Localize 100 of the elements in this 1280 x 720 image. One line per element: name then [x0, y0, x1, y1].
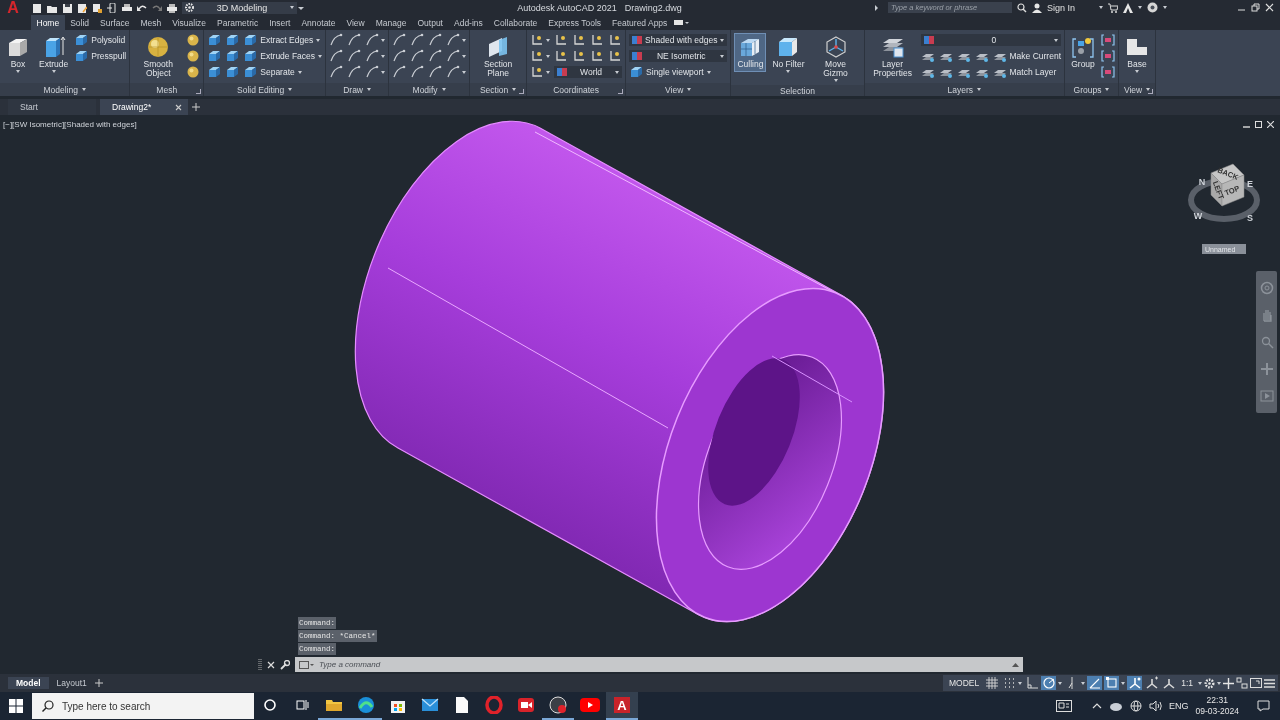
viewport-label[interactable]: [−][SW Isometric][Shaded with edges] [3, 120, 137, 129]
annotation-scale-button[interactable]: 1:1 [1178, 678, 1196, 688]
tool-button[interactable]: Separate [243, 65, 302, 79]
axes-icon[interactable] [530, 65, 545, 79]
layout-tab[interactable]: Model [8, 677, 49, 689]
tool-button[interactable]: Presspull [74, 49, 127, 63]
chevron-up-icon[interactable] [1092, 702, 1102, 710]
caret-icon[interactable] [316, 38, 321, 42]
line-icon[interactable] [428, 33, 443, 47]
block-icon[interactable] [207, 33, 222, 47]
block-icon[interactable] [225, 33, 240, 47]
ribbon-tab[interactable]: Collaborate [488, 15, 543, 30]
block-icon[interactable] [207, 49, 222, 63]
tool-button[interactable]: Extract Edges [243, 33, 321, 47]
gizmo-icon[interactable] [823, 35, 848, 59]
close-icon[interactable] [1267, 121, 1274, 128]
triangle-logo-icon[interactable] [1123, 2, 1133, 13]
line-icon[interactable] [347, 49, 362, 63]
news-icon[interactable] [1056, 700, 1072, 712]
group-icon[interactable] [1071, 35, 1095, 59]
folder-icon[interactable] [325, 697, 343, 713]
web-icon[interactable] [92, 2, 102, 13]
ribbon-tab[interactable]: Solid [64, 15, 95, 30]
recorder-icon[interactable] [549, 696, 567, 714]
dropdown[interactable]: Shaded with edges [629, 34, 728, 46]
line-icon[interactable] [365, 33, 380, 47]
axes-icon[interactable] [554, 33, 569, 47]
layout-tab[interactable]: Layout1 [48, 677, 95, 689]
caret-icon[interactable] [367, 88, 371, 91]
block-icon[interactable] [225, 65, 240, 79]
line-icon[interactable] [329, 33, 344, 47]
ribbon-tab[interactable]: Home [31, 15, 65, 30]
tool-button[interactable]: Match Layer [992, 65, 1057, 79]
sphere-icon[interactable] [146, 35, 171, 59]
caret-icon[interactable] [786, 70, 791, 73]
axes-icon[interactable] [608, 49, 623, 63]
sign-in-link[interactable]: Sign In [1046, 2, 1075, 13]
selection-icon[interactable] [1101, 49, 1115, 63]
caret-icon[interactable] [720, 54, 725, 58]
dropdown[interactable]: NE Isometric [629, 50, 728, 62]
axes-icon[interactable] [554, 49, 569, 63]
caret-icon[interactable] [462, 38, 467, 42]
console-icon[interactable] [299, 659, 315, 670]
line-icon[interactable] [329, 65, 344, 79]
axes-icon[interactable] [530, 33, 545, 47]
printer-icon[interactable] [167, 2, 177, 13]
line-icon[interactable] [392, 33, 407, 47]
edge-icon[interactable] [357, 696, 375, 714]
swatch-icon[interactable] [632, 51, 643, 61]
caret-icon[interactable] [720, 38, 725, 42]
shapes-icon[interactable] [1236, 677, 1248, 689]
tool-button[interactable]: Extrude [36, 33, 72, 76]
caret-icon[interactable] [381, 54, 386, 58]
caret-icon[interactable] [1138, 6, 1142, 9]
caret-icon[interactable] [512, 88, 517, 91]
caret-icon[interactable] [1146, 88, 1151, 91]
caret-icon[interactable] [381, 70, 386, 74]
tool-button[interactable]: Smooth Object [133, 33, 184, 81]
caret-icon[interactable] [81, 88, 86, 91]
selection-icon[interactable] [1101, 33, 1115, 47]
axes-icon[interactable] [608, 33, 623, 47]
caret-icon[interactable] [297, 70, 302, 74]
caret-icon[interactable] [51, 70, 56, 73]
caret-icon[interactable] [1198, 681, 1202, 685]
line-icon[interactable] [365, 49, 380, 63]
block-icon[interactable] [243, 65, 258, 79]
caret-icon[interactable] [873, 3, 879, 12]
swatch-icon[interactable] [557, 67, 568, 77]
save-as-icon[interactable] [77, 2, 87, 13]
launcher-icon[interactable] [196, 89, 202, 94]
launcher-icon[interactable] [618, 89, 624, 94]
camera-icon[interactable] [517, 697, 535, 713]
workspace-dropdown[interactable]: 3D Modeling [182, 1, 297, 14]
caret-icon[interactable] [1163, 6, 1167, 9]
opera-icon[interactable] [485, 696, 503, 714]
gear-icon[interactable] [185, 3, 194, 12]
globe-icon[interactable] [1130, 700, 1142, 712]
launcher-icon[interactable] [1148, 89, 1153, 94]
angle-icon[interactable] [1087, 676, 1102, 690]
line-icon[interactable] [410, 65, 425, 79]
tool-button[interactable]: No Filter [769, 33, 808, 76]
tool-button[interactable]: Extrude Faces [243, 49, 323, 63]
close-icon[interactable] [175, 103, 182, 111]
tab-label[interactable]: Start [20, 102, 38, 112]
compass-label[interactable]: N [1198, 177, 1206, 187]
polar-icon[interactable] [1041, 676, 1056, 690]
sphere-icon[interactable] [186, 33, 201, 47]
tool-button[interactable]: Base [1122, 33, 1152, 76]
line-icon[interactable] [446, 65, 461, 79]
axes-icon[interactable] [572, 33, 587, 47]
line-icon[interactable] [446, 49, 461, 63]
selection-icon[interactable] [1101, 65, 1115, 79]
block-icon[interactable] [243, 49, 258, 63]
annotation-icon[interactable] [1127, 676, 1142, 690]
caret-icon[interactable] [1012, 661, 1019, 668]
plus-icon[interactable] [1223, 677, 1234, 689]
dropdown[interactable]: 0 [920, 34, 1061, 46]
line-icon[interactable] [347, 33, 362, 47]
tool-button[interactable]: Single viewport [629, 65, 711, 79]
caret-icon[interactable] [462, 54, 467, 58]
